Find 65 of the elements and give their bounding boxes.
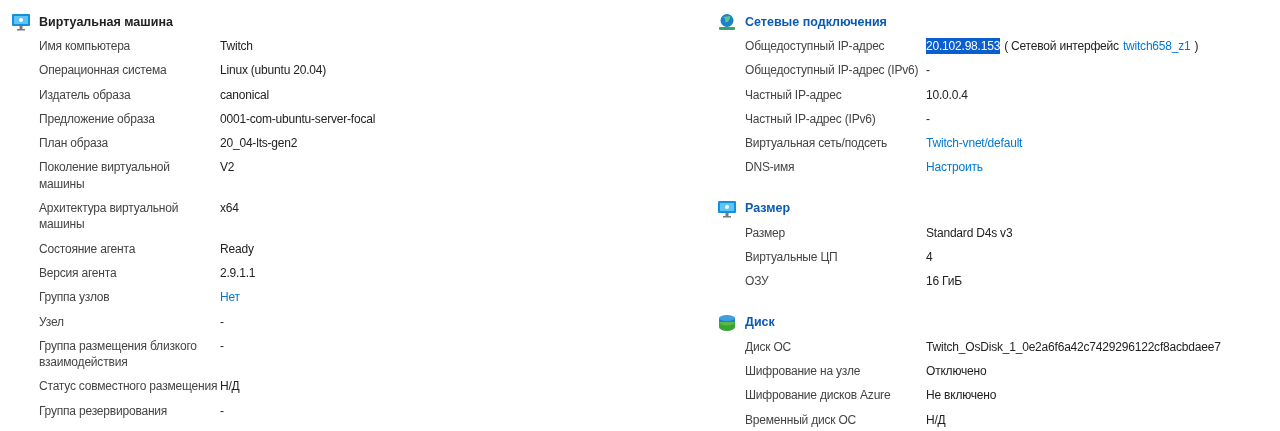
disk-stack-icon xyxy=(717,313,737,332)
property-label: План образа xyxy=(39,135,109,152)
property-label: Имя компьютера xyxy=(39,38,132,55)
property-label: Состояние агента xyxy=(39,240,137,257)
property-label: Размер xyxy=(745,224,787,242)
value-text: Twitch_OsDisk_1_0e2a6f6a42c7429296122cf8acbdaee7 xyxy=(926,338,1221,355)
property-label: Узел xyxy=(39,313,65,330)
property-label: Предложение образа xyxy=(39,110,156,128)
value-text: Standard D4s v3 xyxy=(926,224,1013,242)
value-text: - xyxy=(926,62,930,79)
value-text: - xyxy=(220,402,224,420)
value-text: ) xyxy=(1194,38,1199,55)
property-label: DNS-имя xyxy=(745,159,796,176)
property-label: Поколение виртуальной машины xyxy=(39,159,171,193)
monitor-icon xyxy=(11,13,31,31)
value-link[interactable]: Нет xyxy=(220,289,240,306)
property-label: Общедоступный IP-адрес (IPv6) xyxy=(745,62,920,79)
property-label: Группа размещения близкого взаимодействия xyxy=(39,337,198,371)
property-label: Шифрование дисков Azure xyxy=(745,387,892,404)
property-label: Временный диск ОС xyxy=(745,411,858,428)
property-label: Виртуальные ЦП xyxy=(745,249,839,266)
section-title: Размер xyxy=(745,200,790,218)
property-label: Частный IP-адрес (IPv6) xyxy=(745,110,877,128)
value-text: - xyxy=(220,337,224,355)
section-title: Диск xyxy=(745,314,775,332)
selected-value: 20.102.98.153 xyxy=(926,38,1001,55)
property-label: ОЗУ xyxy=(745,273,770,290)
value-text: canonical xyxy=(220,86,269,103)
value-text: 16 ГиБ xyxy=(926,273,962,290)
property-label: Диск ОС xyxy=(745,338,792,355)
property-label: Группа узлов xyxy=(39,289,111,306)
value-text: 4 xyxy=(926,249,933,266)
value-text: - xyxy=(220,313,224,330)
property-label: Группа резервирования xyxy=(39,402,169,420)
value-text: 2.9.1.1 xyxy=(220,264,256,282)
value-link[interactable]: Twitch-vnet/default xyxy=(926,135,1023,152)
value-text: V2 xyxy=(220,159,235,177)
property-label: Версия агента xyxy=(39,264,118,282)
property-label: Частный IP-адрес xyxy=(745,86,843,103)
value-text: x64 xyxy=(220,200,239,218)
property-label: Издатель образа xyxy=(39,86,132,103)
value-text: Twitch xyxy=(220,38,253,55)
property-label: Операционная система xyxy=(39,62,168,79)
value-text: Не включено xyxy=(926,387,997,404)
property-label: Шифрование на узле xyxy=(745,362,862,380)
network-globe-icon xyxy=(717,13,737,31)
property-label: Статус совместного размещения xyxy=(39,378,219,395)
value-text: Ready xyxy=(220,240,254,257)
property-label: Архитектура виртуальной машины xyxy=(39,200,180,233)
value-text: ( Сетевой интерфейс xyxy=(1004,38,1119,55)
value-text: - xyxy=(926,110,930,128)
section-title: Сетевые подключения xyxy=(745,13,887,31)
monitor-icon xyxy=(717,199,737,218)
value-text: Linux (ubuntu 20.04) xyxy=(220,62,327,79)
value-link[interactable]: Настроить xyxy=(926,159,983,176)
value-text: Отключено xyxy=(926,362,987,380)
value-text: 10.0.0.4 xyxy=(926,86,968,103)
value-text: 20_04-lts-gen2 xyxy=(220,135,298,152)
property-label: Общедоступный IP-адрес xyxy=(745,38,886,55)
section-title: Виртуальная машина xyxy=(39,13,173,31)
value-text: Н/Д xyxy=(220,378,240,395)
property-label: Виртуальная сеть/подсеть xyxy=(745,135,889,152)
value-text: 0001-com-ubuntu-server-focal xyxy=(220,110,376,128)
value-link[interactable]: twitch658_z1 xyxy=(1122,38,1191,55)
value-text: Н/Д xyxy=(926,411,946,428)
